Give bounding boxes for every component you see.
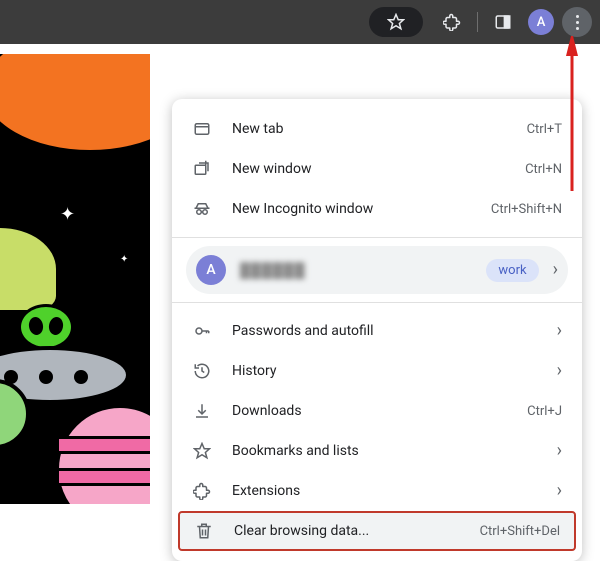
download-icon bbox=[192, 401, 212, 421]
profile-avatar-button[interactable]: A bbox=[524, 5, 558, 39]
chevron-right-icon: › bbox=[557, 482, 562, 500]
menu-shortcut: Ctrl+N bbox=[525, 162, 562, 177]
menu-label: New tab bbox=[232, 121, 507, 137]
chevron-right-icon: › bbox=[557, 362, 562, 380]
menu-label: Clear browsing data... bbox=[234, 523, 460, 539]
side-panel-icon[interactable] bbox=[486, 5, 520, 39]
menu-item-downloads[interactable]: Downloads Ctrl+J bbox=[172, 391, 582, 431]
menu-item-new-window[interactable]: New window Ctrl+N bbox=[172, 149, 582, 189]
profile-tag-badge: work bbox=[486, 259, 538, 282]
menu-shortcut: Ctrl+T bbox=[527, 122, 562, 137]
extensions-icon bbox=[192, 481, 212, 501]
menu-label: New window bbox=[232, 161, 505, 177]
extensions-puzzle-icon[interactable] bbox=[435, 5, 469, 39]
new-window-icon bbox=[192, 159, 212, 179]
content-area: ✦ ✦ ✦ New tab Ctrl+T bbox=[0, 44, 600, 511]
menu-label: Extensions bbox=[232, 483, 537, 499]
menu-shortcut: Ctrl+J bbox=[527, 404, 562, 419]
wallpaper-illustration: ✦ ✦ ✦ bbox=[0, 54, 150, 504]
menu-label: Passwords and autofill bbox=[232, 323, 537, 339]
chevron-right-icon: › bbox=[557, 442, 562, 460]
menu-divider bbox=[172, 302, 582, 303]
menu-item-extensions[interactable]: Extensions › bbox=[172, 471, 582, 511]
menu-item-profile[interactable]: A ██████ work › bbox=[186, 246, 568, 294]
new-tab-icon bbox=[192, 119, 212, 139]
menu-label: Downloads bbox=[232, 403, 507, 419]
key-icon bbox=[192, 321, 212, 341]
omnibox-end bbox=[369, 7, 423, 37]
chevron-right-icon: › bbox=[553, 261, 558, 279]
menu-label: New Incognito window bbox=[232, 201, 471, 217]
profile-avatar: A bbox=[196, 255, 226, 285]
history-icon bbox=[192, 361, 212, 381]
vertical-dots-icon bbox=[576, 15, 579, 30]
menu-divider bbox=[172, 237, 582, 238]
incognito-icon bbox=[192, 199, 212, 219]
more-menu-button[interactable] bbox=[562, 7, 592, 37]
menu-item-history[interactable]: History › bbox=[172, 351, 582, 391]
menu-item-passwords[interactable]: Passwords and autofill › bbox=[172, 311, 582, 351]
chrome-main-menu: New tab Ctrl+T New window Ctrl+N New Inc… bbox=[172, 99, 582, 561]
bookmark-star-icon[interactable] bbox=[379, 5, 413, 39]
menu-item-clear-browsing-data[interactable]: Clear browsing data... Ctrl+Shift+Del bbox=[178, 511, 576, 551]
browser-toolbar: A bbox=[0, 0, 600, 44]
avatar-letter: A bbox=[528, 9, 554, 35]
menu-item-bookmarks[interactable]: Bookmarks and lists › bbox=[172, 431, 582, 471]
profile-name-redacted: ██████ bbox=[240, 262, 472, 279]
toolbar-divider bbox=[477, 12, 478, 32]
trash-icon bbox=[194, 521, 214, 541]
menu-label: Bookmarks and lists bbox=[232, 443, 537, 459]
chevron-right-icon: › bbox=[557, 322, 562, 340]
menu-shortcut: Ctrl+Shift+Del bbox=[480, 524, 560, 539]
menu-shortcut: Ctrl+Shift+N bbox=[491, 202, 562, 217]
menu-item-new-tab[interactable]: New tab Ctrl+T bbox=[172, 109, 582, 149]
bookmark-star-icon bbox=[192, 441, 212, 461]
menu-item-incognito[interactable]: New Incognito window Ctrl+Shift+N bbox=[172, 189, 582, 229]
menu-label: History bbox=[232, 363, 537, 379]
